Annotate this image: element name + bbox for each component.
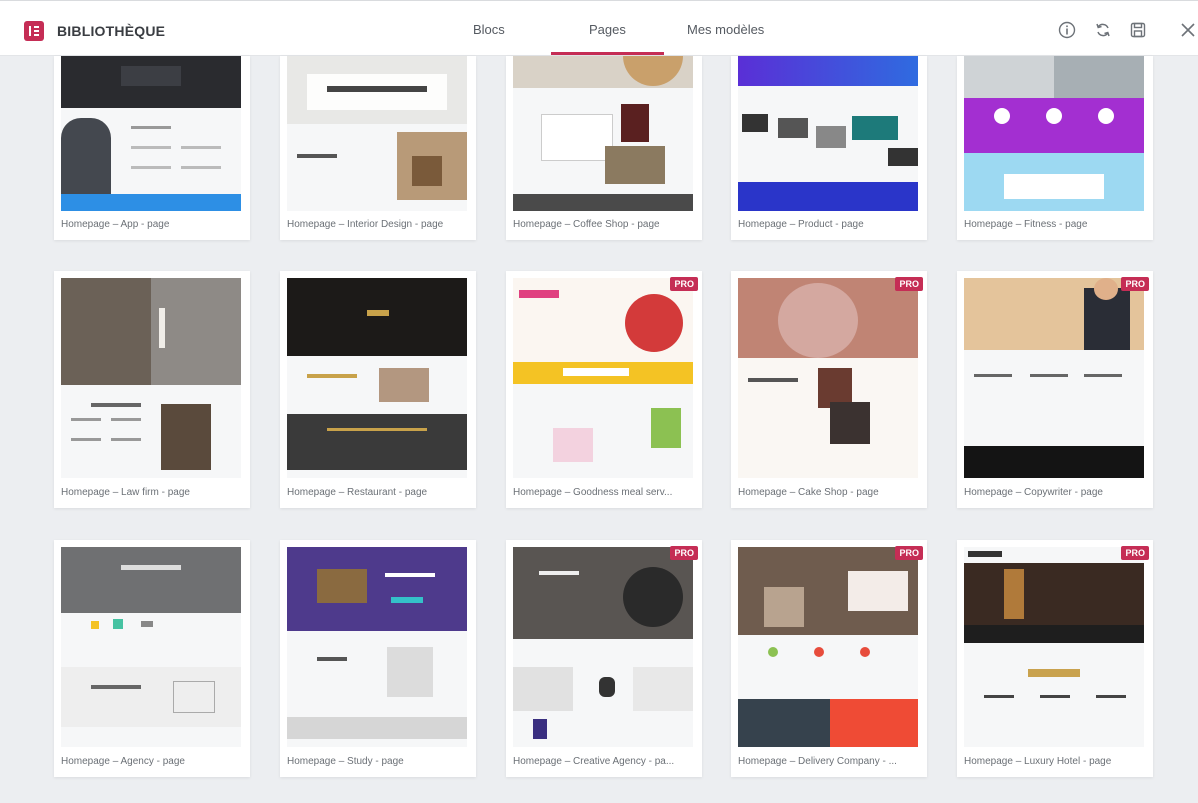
pro-badge: PRO — [895, 546, 923, 560]
pro-badge: PRO — [670, 546, 698, 560]
template-thumbnail[interactable] — [738, 547, 918, 747]
template-label: Homepage – Product - page — [738, 219, 864, 230]
template-label: Homepage – Restaurant - page — [287, 487, 428, 498]
template-label: Homepage – Luxury Hotel - page — [964, 756, 1112, 767]
template-thumbnail[interactable] — [287, 547, 467, 747]
template-card[interactable]: PRO Homepage – Delivery Company - ... — [731, 540, 927, 777]
template-label: Homepage – Agency - page — [61, 756, 185, 767]
template-thumbnail[interactable] — [738, 56, 918, 211]
template-label: Homepage – Law firm - page — [61, 487, 190, 498]
template-label: Homepage – Copywriter - page — [964, 487, 1103, 498]
pro-badge: PRO — [670, 277, 698, 291]
library-title: BIBLIOTHÈQUE — [57, 23, 166, 39]
elementor-logo-icon — [24, 21, 44, 41]
template-card[interactable]: PRO Homepage – Goodness meal serv... — [506, 271, 702, 508]
templates-grid: Homepage – App - page Homepage – Interio… — [0, 56, 1198, 803]
template-label: Homepage – Delivery Company - ... — [738, 756, 897, 767]
save-icon[interactable] — [1128, 20, 1148, 40]
active-tab-indicator — [551, 52, 664, 55]
info-icon[interactable] — [1057, 20, 1077, 40]
template-thumbnail[interactable] — [738, 278, 918, 478]
template-thumbnail[interactable] — [513, 56, 693, 211]
template-thumbnail[interactable] — [287, 278, 467, 478]
template-card[interactable]: Homepage – Coffee Shop - page — [506, 56, 702, 240]
template-thumbnail[interactable] — [61, 278, 241, 478]
template-thumbnail[interactable] — [964, 278, 1144, 478]
template-card[interactable]: Homepage – Law firm - page — [54, 271, 250, 508]
template-card[interactable]: Homepage – Study - page — [280, 540, 476, 777]
pro-badge: PRO — [1121, 277, 1149, 291]
template-card[interactable]: PRO Homepage – Luxury Hotel - page — [957, 540, 1153, 777]
sync-icon[interactable] — [1093, 20, 1113, 40]
template-card[interactable]: Homepage – App - page — [54, 56, 250, 240]
template-label: Homepage – Goodness meal serv... — [513, 487, 673, 498]
template-thumbnail[interactable] — [513, 547, 693, 747]
template-label: Homepage – Study - page — [287, 756, 404, 767]
pro-badge: PRO — [1121, 546, 1149, 560]
template-card[interactable]: Homepage – Interior Design - page — [280, 56, 476, 240]
close-icon[interactable] — [1178, 20, 1198, 40]
tab-blocs[interactable]: Blocs — [473, 22, 505, 37]
template-thumbnail[interactable] — [513, 278, 693, 478]
template-label: Homepage – Fitness - page — [964, 219, 1088, 230]
tab-pages[interactable]: Pages — [589, 22, 626, 37]
template-card[interactable]: Homepage – Fitness - page — [957, 56, 1153, 240]
template-card[interactable]: PRO Homepage – Creative Agency - pa... — [506, 540, 702, 777]
template-thumbnail[interactable] — [287, 56, 467, 211]
template-thumbnail[interactable] — [61, 547, 241, 747]
template-card[interactable]: Homepage – Product - page — [731, 56, 927, 240]
library-header: BIBLIOTHÈQUE Blocs Pages Mes modèles — [0, 0, 1198, 56]
template-card[interactable]: PRO Homepage – Copywriter - page — [957, 271, 1153, 508]
template-card[interactable]: Homepage – Agency - page — [54, 540, 250, 777]
tab-mes-modeles[interactable]: Mes modèles — [687, 22, 764, 37]
template-thumbnail[interactable] — [61, 56, 241, 211]
template-label: Homepage – App - page — [61, 219, 170, 230]
pro-badge: PRO — [895, 277, 923, 291]
template-card[interactable]: PRO Homepage – Cake Shop - page — [731, 271, 927, 508]
template-card[interactable]: Homepage – Restaurant - page — [280, 271, 476, 508]
template-thumbnail[interactable] — [964, 547, 1144, 747]
template-label: Homepage – Coffee Shop - page — [513, 219, 660, 230]
template-thumbnail[interactable] — [964, 56, 1144, 211]
template-label: Homepage – Interior Design - page — [287, 219, 444, 230]
template-label: Homepage – Cake Shop - page — [738, 487, 879, 498]
template-label: Homepage – Creative Agency - pa... — [513, 756, 675, 767]
